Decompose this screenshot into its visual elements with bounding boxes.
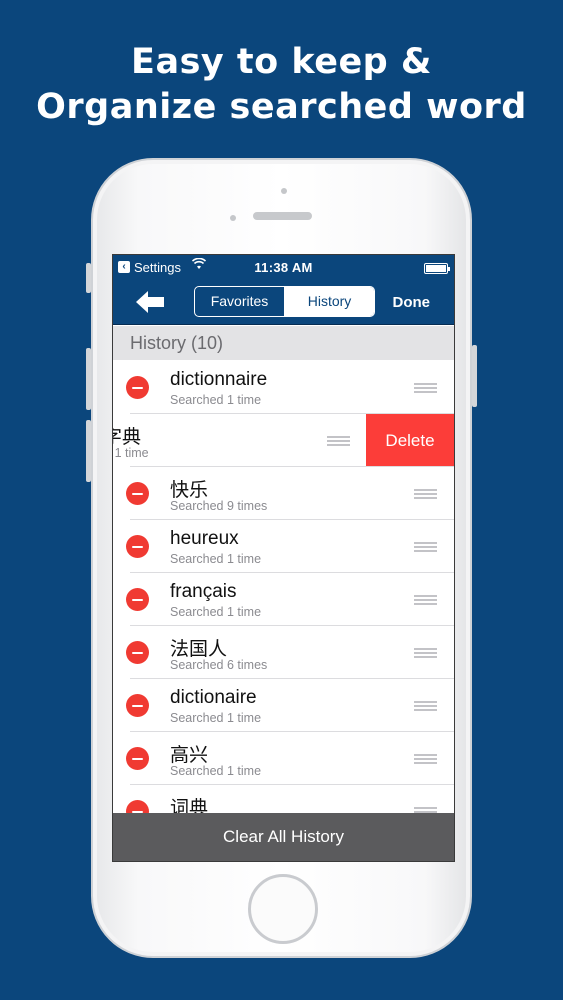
history-section-header: History (10) [113,326,454,360]
item-search-count: ched 1 time [113,446,149,460]
front-camera [281,188,287,194]
delete-circle-icon[interactable] [126,747,149,770]
item-search-count: Searched 1 time [170,552,262,566]
app-screen: ‹ Settings 11:38 AM Favorites History Do… [112,254,455,862]
delete-circle-icon[interactable] [126,641,149,664]
history-list: dictionnaire Searched 1 time 华字典 ched 1 … [113,361,454,838]
earpiece-speaker [253,212,312,220]
status-bar: ‹ Settings 11:38 AM [113,255,454,281]
reorder-handle-icon[interactable] [414,648,437,658]
reorder-handle-icon[interactable] [414,383,437,393]
item-word: 快乐 [170,480,209,501]
delete-circle-icon[interactable] [126,376,149,399]
favorites-history-segmented-control: Favorites History [194,286,375,317]
done-button[interactable]: Done [393,294,431,311]
reorder-handle-icon[interactable] [414,595,437,605]
status-time: 11:38 AM [254,260,313,275]
clear-all-history-button[interactable]: Clear All History [113,813,454,861]
delete-button[interactable]: Delete [366,414,454,467]
promo-line-2: Organize searched word [36,87,527,127]
home-button [248,874,318,944]
list-item[interactable]: français Searched 1 time [113,573,454,626]
battery-icon [424,263,450,274]
delete-circle-icon[interactable] [126,588,149,611]
volume-up-button [86,348,91,410]
item-word: heureux [170,528,239,549]
list-item[interactable]: dictionaire Searched 1 time [113,679,454,732]
item-word: dictionaire [170,687,257,708]
reorder-handle-icon[interactable] [327,436,350,446]
item-search-count: Searched 1 time [170,764,262,778]
power-button [472,345,477,407]
tab-history[interactable]: History [284,287,374,316]
list-item-swiped[interactable]: 华字典 ched 1 time Delete [113,414,454,467]
back-arrow-icon[interactable] [135,290,165,314]
promo-headline: Easy to keep & Organize searched word [0,40,563,130]
list-item[interactable]: dictionnaire Searched 1 time [113,361,454,414]
item-search-count: Searched 9 times [170,499,268,513]
delete-circle-icon[interactable] [126,482,149,505]
promo-line-1: Easy to keep & [131,42,432,82]
item-word: 高兴 [170,745,209,766]
delete-circle-icon[interactable] [126,694,149,717]
proximity-sensor [230,215,236,221]
reorder-handle-icon[interactable] [414,489,437,499]
item-search-count: Searched 1 time [170,711,262,725]
reorder-handle-icon[interactable] [414,542,437,552]
delete-circle-icon[interactable] [126,535,149,558]
item-search-count: Searched 6 times [170,658,268,672]
list-item[interactable]: 法国人 Searched 6 times [113,626,454,679]
tab-favorites[interactable]: Favorites [195,287,284,316]
list-item[interactable]: 高兴 Searched 1 time [113,732,454,785]
item-search-count: Searched 1 time [170,393,262,407]
item-word: français [170,581,237,602]
item-word: dictionnaire [170,369,268,390]
navigation-bar: Favorites History Done [113,281,454,325]
item-word: 华字典 [113,427,142,448]
list-item[interactable]: heureux Searched 1 time [113,520,454,573]
phone-frame: ‹ Settings 11:38 AM Favorites History Do… [86,158,477,958]
mute-switch [86,263,91,293]
item-search-count: Searched 1 time [170,605,262,619]
item-word: 法国人 [170,639,228,660]
reorder-handle-icon[interactable] [414,701,437,711]
list-item[interactable]: 快乐 Searched 9 times [113,467,454,520]
reorder-handle-icon[interactable] [414,754,437,764]
volume-down-button [86,420,91,482]
